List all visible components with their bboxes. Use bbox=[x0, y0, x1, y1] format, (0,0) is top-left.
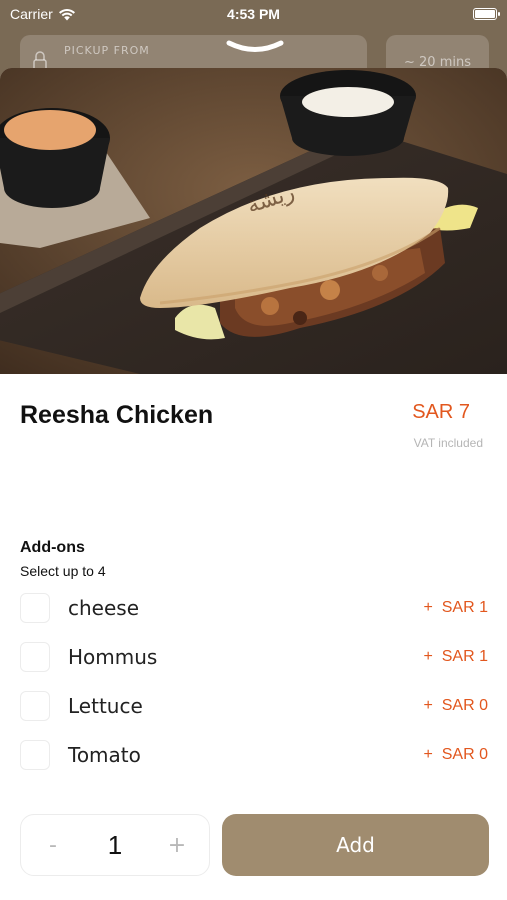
addon-row-cheese[interactable]: cheese + SAR 1 bbox=[20, 591, 488, 625]
addon-name: cheese bbox=[68, 596, 140, 620]
vat-note: VAT included bbox=[413, 436, 483, 450]
quantity-value: 1 bbox=[107, 829, 123, 860]
add-to-cart-button[interactable]: Add bbox=[222, 814, 489, 876]
status-left: Carrier bbox=[10, 6, 76, 22]
chevron-down-icon[interactable] bbox=[226, 40, 284, 54]
sandwich-illustration: ريشة bbox=[0, 68, 507, 374]
addon-row-tomato[interactable]: Tomato + SAR 0 bbox=[20, 738, 488, 772]
product-sheet: ريشة Reesha Chicken SAR 7 VAT included A… bbox=[0, 68, 507, 900]
battery-icon bbox=[473, 8, 500, 20]
addon-row-lettuce[interactable]: Lettuce + SAR 0 bbox=[20, 689, 488, 723]
product-name: Reesha Chicken bbox=[20, 401, 214, 429]
addon-price: + SAR 0 bbox=[423, 746, 488, 763]
quantity-stepper: - 1 + bbox=[20, 814, 210, 876]
carrier-label: Carrier bbox=[10, 6, 53, 22]
addon-checkbox[interactable] bbox=[20, 593, 50, 623]
addon-name: Lettuce bbox=[68, 694, 143, 718]
decrement-button[interactable]: - bbox=[43, 833, 63, 858]
addon-price: + SAR 0 bbox=[423, 697, 488, 714]
wifi-icon bbox=[58, 8, 75, 20]
increment-button[interactable]: + bbox=[167, 833, 187, 858]
status-bar: Carrier 4:53 PM bbox=[0, 0, 507, 28]
addons-heading: Add-ons bbox=[20, 539, 85, 556]
product-image: ريشة bbox=[0, 68, 507, 374]
addon-checkbox[interactable] bbox=[20, 691, 50, 721]
product-price: SAR 7 bbox=[412, 401, 470, 423]
addon-checkbox[interactable] bbox=[20, 642, 50, 672]
addon-row-hommus[interactable]: Hommus + SAR 1 bbox=[20, 640, 488, 674]
addons-subtitle: Select up to 4 bbox=[20, 563, 106, 579]
addon-checkbox[interactable] bbox=[20, 740, 50, 770]
addon-price: + SAR 1 bbox=[423, 648, 488, 665]
addon-name: Tomato bbox=[68, 743, 141, 767]
status-time: 4:53 PM bbox=[227, 6, 280, 22]
addon-name: Hommus bbox=[68, 645, 158, 669]
addon-price: + SAR 1 bbox=[423, 599, 488, 616]
